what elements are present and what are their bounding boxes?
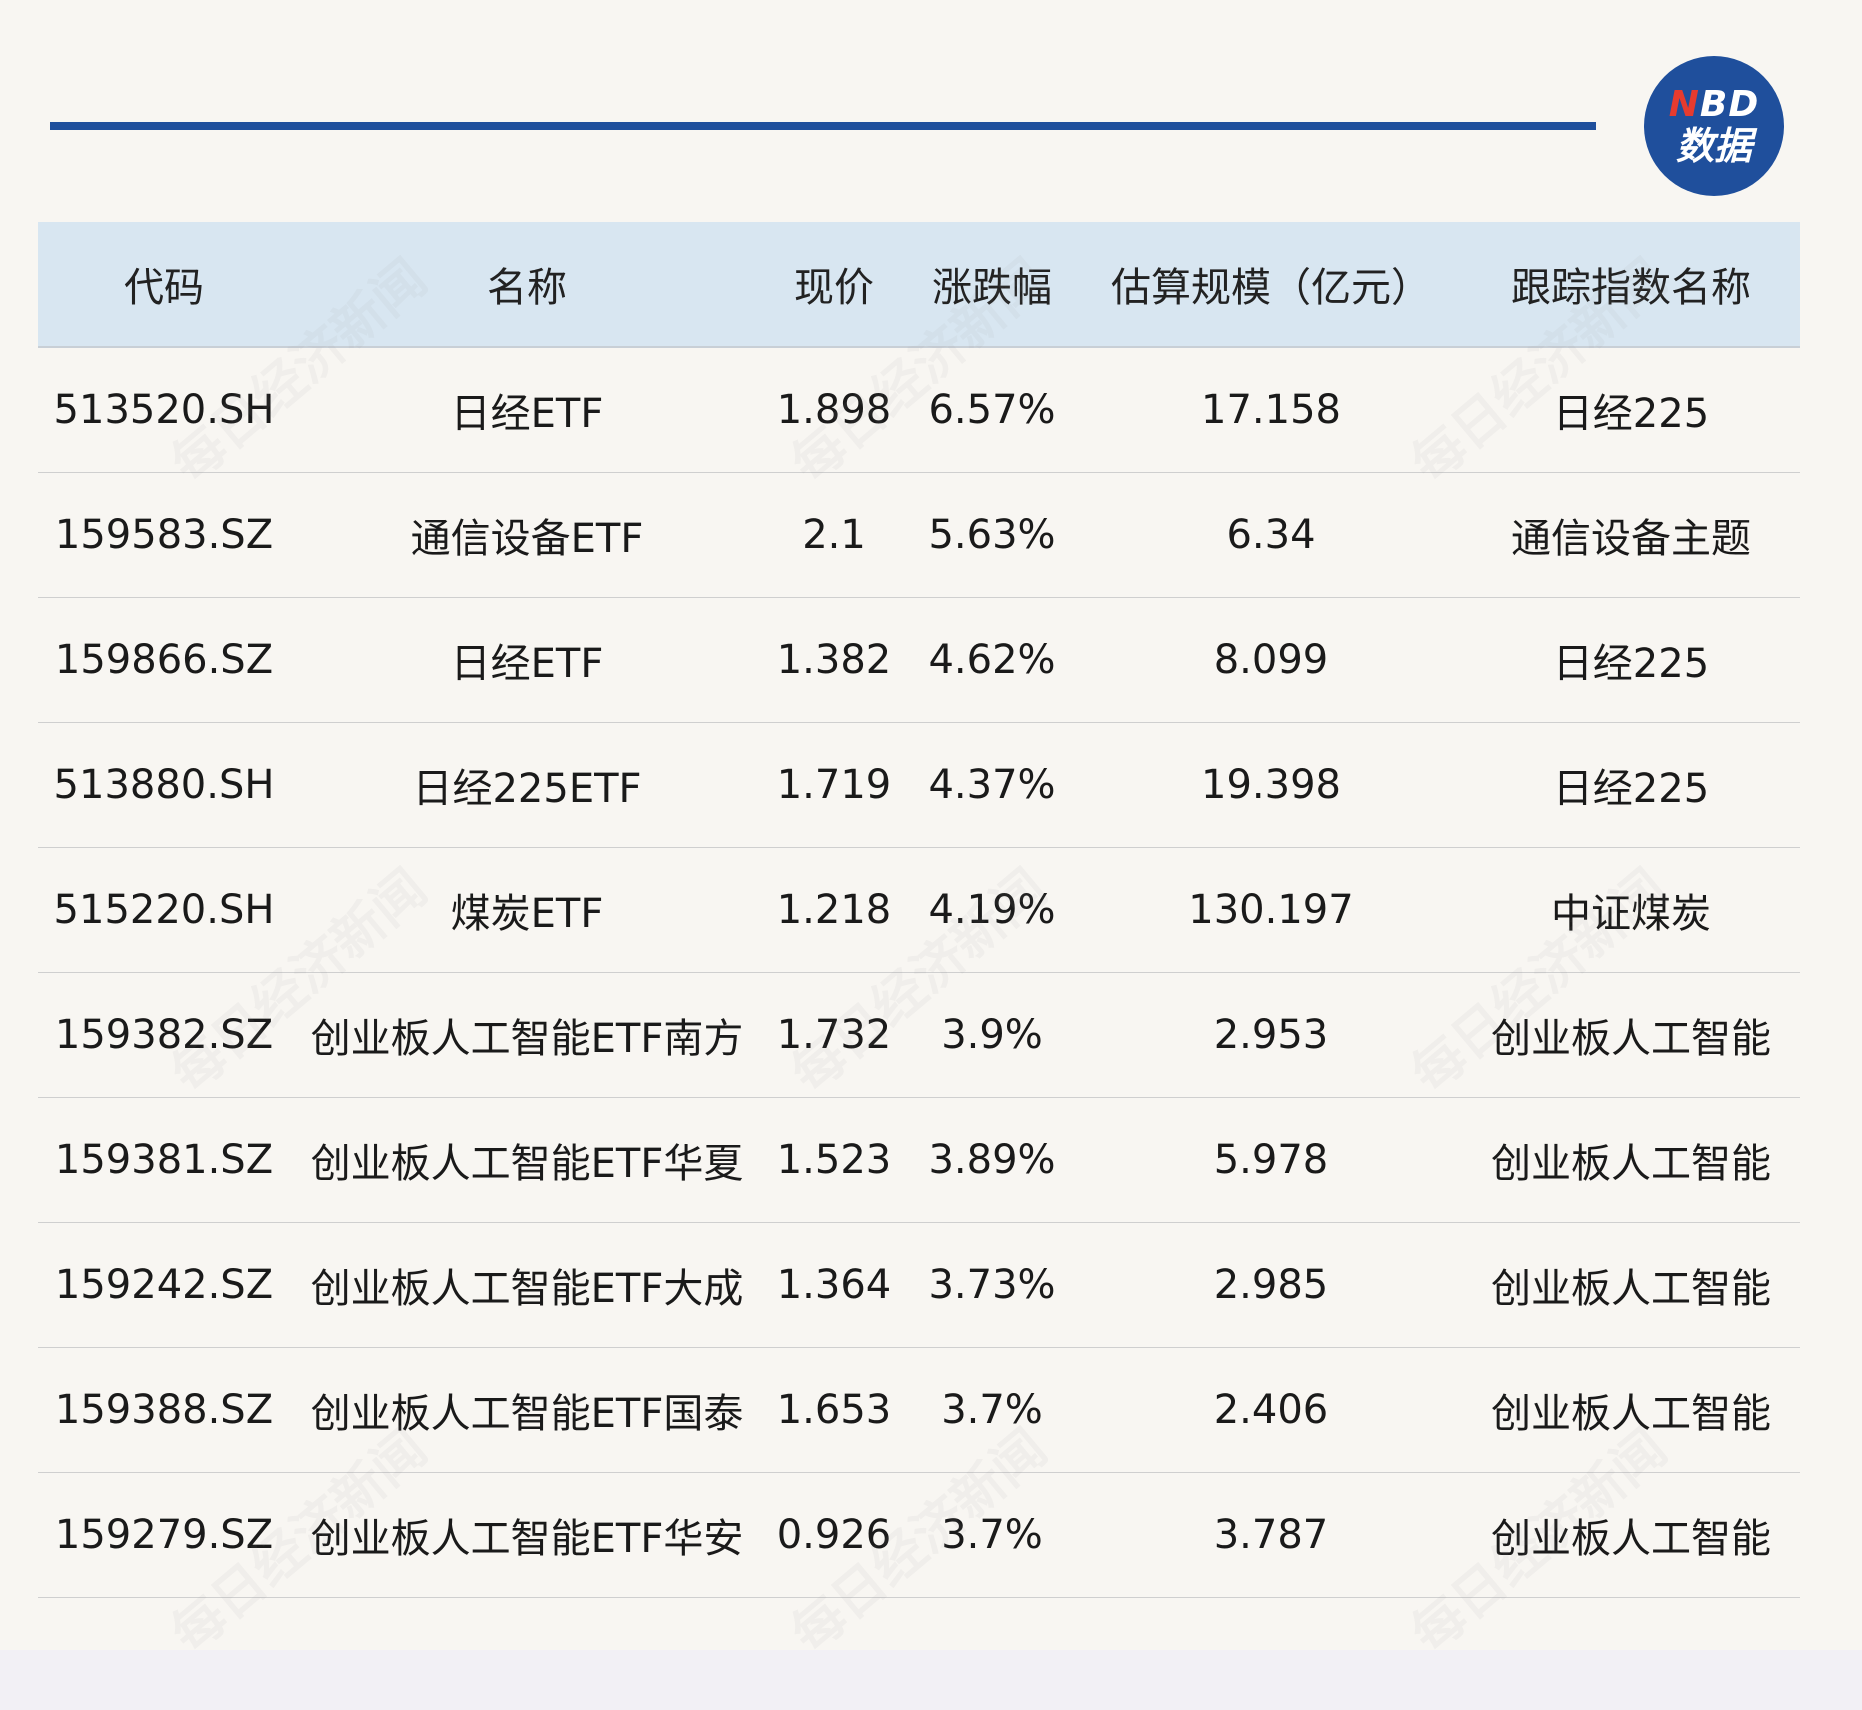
cell-change: 4.62% [928,637,1056,683]
header-scale: 估算规模（亿元） [1111,265,1431,311]
cell-name: 创业板人工智能ETF国泰 [310,1391,744,1437]
bottom-band [0,1650,1862,1710]
cell-index: 创业板人工智能 [1491,1141,1771,1187]
cell-change: 3.9% [941,1012,1043,1058]
cell-index: 创业板人工智能 [1491,1016,1771,1062]
cell-price: 2.1 [802,512,866,558]
cell-price: 1.898 [776,387,892,433]
table-row: 159242.SZ 创业板人工智能ETF大成 1.364 3.73% 2.985 创业板人… [38,1223,1800,1348]
cell-scale: 2.985 [1213,1262,1329,1308]
cell-change: 4.19% [928,887,1056,933]
cell-name: 日经ETF [450,391,604,437]
table-header: 代码 名称 现价 涨跌幅 估算规模（亿元） 跟踪指数名称 [38,222,1800,348]
cell-change: 3.89% [928,1137,1056,1183]
table-row: 159583.SZ 通信设备ETF 2.1 5.63% 6.34 通信设备主题 [38,473,1800,598]
cell-price: 1.732 [776,1012,892,1058]
table-row: 159382.SZ 创业板人工智能ETF南方 1.732 3.9% 2.953 创业板人工… [38,973,1800,1098]
top-rule [50,122,1596,130]
cell-code: 159279.SZ [54,1512,274,1558]
header-name: 名称 [487,265,567,311]
header-code: 代码 [124,265,204,311]
table-row: 513520.SH 日经ETF 1.898 6.57% 17.158 日经225 [38,348,1800,473]
cell-index: 日经225 [1552,641,1710,687]
cell-change: 5.63% [928,512,1056,558]
table-row: 159279.SZ 创业板人工智能ETF华安 0.926 3.7% 3.787 创业板人工… [38,1473,1800,1598]
cell-scale: 130.197 [1188,887,1354,933]
cell-price: 1.382 [776,637,892,683]
cell-code: 159866.SZ [54,637,274,683]
header-price: 现价 [794,265,874,311]
cell-index: 日经225 [1552,766,1710,812]
cell-price: 0.926 [776,1512,892,1558]
cell-index: 日经225 [1552,391,1710,437]
table-body: 513520.SH 日经ETF 1.898 6.57% 17.158 日经225 15958… [38,348,1800,1598]
cell-scale: 8.099 [1213,637,1329,683]
cell-price: 1.719 [776,762,892,808]
cell-change: 6.57% [928,387,1056,433]
cell-code: 159381.SZ [54,1137,274,1183]
cell-scale: 6.34 [1226,512,1316,558]
cell-name: 通信设备ETF [410,516,644,562]
cell-code: 159583.SZ [54,512,274,558]
cell-name: 日经225ETF [412,766,642,812]
logo-nbd: NBD [1668,84,1760,125]
header-index: 跟踪指数名称 [1511,265,1751,311]
cell-code: 515220.SH [53,887,275,933]
cell-index: 通信设备主题 [1511,516,1751,562]
cell-scale: 3.787 [1213,1512,1329,1558]
cell-name: 煤炭ETF [450,891,604,937]
header-change: 涨跌幅 [932,265,1052,311]
cell-change: 3.7% [941,1387,1043,1433]
cell-code: 159242.SZ [54,1262,274,1308]
cell-index: 创业板人工智能 [1491,1516,1771,1562]
cell-scale: 2.406 [1213,1387,1329,1433]
cell-change: 3.7% [941,1512,1043,1558]
cell-scale: 2.953 [1213,1012,1329,1058]
cell-name: 创业板人工智能ETF南方 [310,1016,744,1062]
nbd-logo: NBD 数据 [1644,56,1784,196]
cell-code: 513520.SH [53,387,275,433]
cell-change: 4.37% [928,762,1056,808]
table-row: 159388.SZ 创业板人工智能ETF国泰 1.653 3.7% 2.406 创业板人工… [38,1348,1800,1473]
cell-scale: 5.978 [1213,1137,1329,1183]
cell-index: 创业板人工智能 [1491,1391,1771,1437]
cell-price: 1.364 [776,1262,892,1308]
cell-scale: 19.398 [1201,762,1341,808]
table-row: 513880.SH 日经225ETF 1.719 4.37% 19.398 日经225 [38,723,1800,848]
cell-index: 创业板人工智能 [1491,1266,1771,1312]
logo-sub: 数据 [1675,124,1752,168]
cell-index: 中证煤炭 [1551,891,1711,937]
cell-name: 创业板人工智能ETF华安 [310,1516,744,1562]
cell-price: 1.653 [776,1387,892,1433]
cell-code: 159382.SZ [54,1012,274,1058]
table-row: 159866.SZ 日经ETF 1.382 4.62% 8.099 日经225 [38,598,1800,723]
table-row: 159381.SZ 创业板人工智能ETF华夏 1.523 3.89% 5.978 创业板人… [38,1098,1800,1223]
cell-code: 513880.SH [53,762,275,808]
cell-price: 1.218 [776,887,892,933]
cell-scale: 17.158 [1201,387,1341,433]
cell-name: 创业板人工智能ETF大成 [310,1266,744,1312]
cell-change: 3.73% [928,1262,1056,1308]
cell-code: 159388.SZ [54,1387,274,1433]
cell-name: 创业板人工智能ETF华夏 [310,1141,744,1187]
cell-name: 日经ETF [450,641,604,687]
table-row: 515220.SH 煤炭ETF 1.218 4.19% 130.197 中证煤炭 [38,848,1800,973]
etf-table: 代码 名称 现价 涨跌幅 估算规模（亿元） 跟踪指数名称 513520.SH 日经… [38,222,1800,1598]
cell-price: 1.523 [776,1137,892,1183]
